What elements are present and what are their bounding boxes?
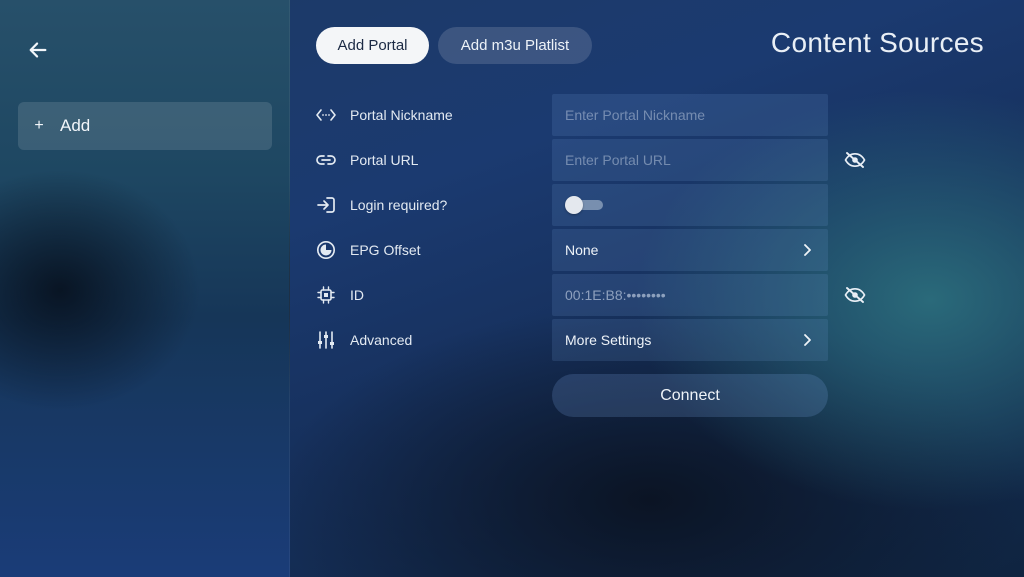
portal-url-label: Portal URL [350, 152, 419, 168]
id-value: 00:1E:B8:•••••••• [565, 287, 666, 303]
epg-offset-row-label: EPG Offset [315, 238, 421, 262]
chevron-right-icon [804, 244, 811, 256]
link-icon [315, 149, 337, 171]
advanced-label: Advanced [350, 332, 413, 348]
tab-add-m3u-playlist[interactable]: Add m3u Platlist [438, 27, 592, 64]
eye-slash-icon [844, 287, 866, 303]
advanced-value: More Settings [565, 332, 652, 348]
login-icon [315, 194, 337, 216]
portal-nickname-row-label: Portal Nickname [315, 103, 453, 127]
advanced-row-label: Advanced [315, 328, 412, 352]
chip-icon [315, 284, 337, 306]
page-title: Content Sources [770, 27, 984, 58]
toggle-url-visibility-button[interactable] [844, 149, 866, 171]
arrow-left-icon [29, 42, 47, 58]
portal-nickname-field[interactable] [552, 94, 828, 136]
clock-icon [315, 239, 337, 261]
back-button[interactable] [24, 36, 52, 64]
epg-offset-label: EPG Offset [350, 242, 421, 258]
id-field[interactable]: 00:1E:B8:•••••••• [552, 274, 828, 316]
toggle-knob [565, 196, 583, 214]
epg-offset-value: None [565, 242, 599, 258]
portal-url-field[interactable] [552, 139, 828, 181]
portal-url-row-label: Portal URL [315, 148, 418, 172]
portal-nickname-input[interactable] [565, 107, 815, 123]
sliders-icon [315, 329, 337, 351]
login-required-row-label: Login required? [315, 193, 447, 217]
sidebar: + Add [0, 0, 290, 577]
toggle-id-visibility-button[interactable] [844, 284, 866, 306]
advanced-select[interactable]: More Settings [552, 319, 828, 361]
login-required-toggle[interactable] [565, 196, 605, 214]
id-row-label: ID [315, 283, 364, 307]
epg-offset-select[interactable]: None [552, 229, 828, 271]
plus-icon: + [34, 117, 44, 134]
login-required-label: Login required? [350, 197, 448, 213]
tab-add-portal[interactable]: Add Portal [316, 27, 429, 64]
portal-url-input[interactable] [565, 152, 815, 168]
connect-button[interactable]: Connect [552, 374, 828, 417]
eye-slash-icon [844, 152, 866, 168]
sidebar-item-add[interactable]: + Add [18, 102, 272, 150]
chevron-right-icon [804, 334, 811, 346]
login-required-field[interactable] [552, 184, 828, 226]
code-brackets-icon [315, 104, 337, 126]
id-label: ID [350, 287, 364, 303]
portal-nickname-label: Portal Nickname [350, 107, 453, 123]
sidebar-item-label: Add [60, 116, 91, 135]
